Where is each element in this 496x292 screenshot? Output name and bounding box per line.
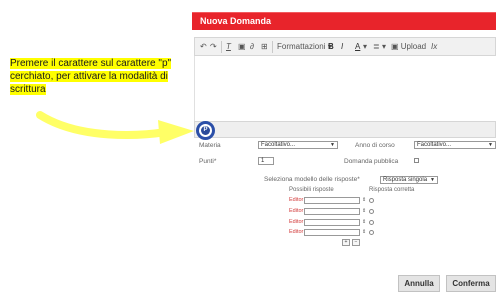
modello-label: Seleziona modello delle risposte* [264, 176, 360, 183]
writing-mode-toggle[interactable]: P [196, 121, 215, 140]
materia-select[interactable]: Facoltativo... ▼ [258, 141, 338, 149]
editor-link[interactable]: Editor [289, 208, 303, 214]
cancel-button[interactable]: Annulla [398, 275, 440, 292]
materia-label: Materia [199, 142, 221, 149]
anno-label: Anno di corso [355, 142, 395, 149]
chevron-down-icon: ▼ [430, 177, 435, 183]
pubblica-label: Domanda pubblica [344, 158, 399, 165]
answer-input[interactable] [304, 208, 360, 215]
modello-value: Risposta singola [383, 177, 428, 183]
anno-select[interactable]: Facoltativo... ▼ [414, 141, 496, 149]
modello-select[interactable]: Risposta singola ▼ [380, 176, 438, 184]
remove-answer-button[interactable]: − [352, 239, 360, 246]
materia-value: Facoltativo... [261, 142, 296, 148]
editor-link[interactable]: Editor [289, 229, 303, 235]
punti-label: Punti* [199, 158, 217, 165]
punti-input[interactable]: 1 [258, 157, 274, 165]
stepper-icon[interactable]: ⇕ [362, 229, 366, 235]
corretta-label: Risposta corretta [369, 187, 415, 193]
correct-radio[interactable] [369, 220, 374, 225]
possibili-label: Possibili risposte [289, 187, 334, 193]
answer-input[interactable] [304, 219, 360, 226]
answer-input[interactable] [304, 197, 360, 204]
answer-input[interactable] [304, 229, 360, 236]
correct-radio[interactable] [369, 230, 374, 235]
p-icon: P [201, 126, 210, 135]
add-answer-button[interactable]: + [342, 239, 350, 246]
chevron-down-icon: ▼ [330, 142, 335, 148]
editor-link[interactable]: Editor [289, 197, 303, 203]
chevron-down-icon: ▼ [488, 142, 493, 148]
editor-link[interactable]: Editor [289, 219, 303, 225]
stepper-icon[interactable]: ⇕ [362, 219, 366, 225]
anno-value: Facoltativo... [417, 142, 452, 148]
correct-radio[interactable] [369, 198, 374, 203]
pubblica-checkbox[interactable] [414, 158, 419, 163]
stepper-icon[interactable]: ⇕ [362, 208, 366, 214]
stepper-icon[interactable]: ⇕ [362, 197, 366, 203]
correct-radio[interactable] [369, 209, 374, 214]
confirm-button[interactable]: Conferma [446, 275, 496, 292]
